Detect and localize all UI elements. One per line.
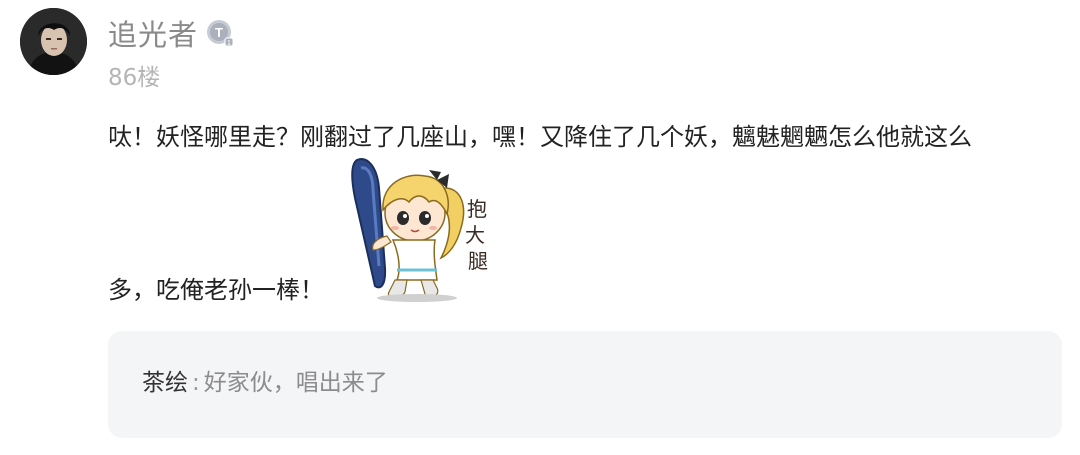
sticker-char-1: 抱 bbox=[467, 197, 487, 221]
floor-number: 86楼 bbox=[108, 65, 161, 91]
svg-text:T: T bbox=[215, 25, 223, 40]
username-row: 追光者 T 1 bbox=[108, 13, 234, 53]
reply-text: 好家伙，唱出来了 bbox=[203, 370, 388, 396]
level-t-icon: T 1 bbox=[207, 20, 234, 47]
reply-separator: : bbox=[192, 370, 200, 396]
sticker-char-3: 腿 bbox=[468, 249, 488, 273]
avatar-photo-icon bbox=[20, 8, 87, 75]
reply-box[interactable]: 茶绘: 好家伙，唱出来了 bbox=[108, 331, 1062, 438]
svg-text:1: 1 bbox=[227, 40, 231, 47]
sticker-char-2: 大 bbox=[465, 223, 485, 247]
post-content-line1: 呔！妖怪哪里走？刚翻过了几座山，嘿！又降住了几个妖，魑魅魍魉怎么他就这么 bbox=[108, 123, 972, 151]
reply-author[interactable]: 茶绘 bbox=[142, 370, 188, 396]
hug-leg-sticker: 抱 大 腿 bbox=[351, 158, 488, 302]
post-content: 呔！妖怪哪里走？刚翻过了几座山，嘿！又降住了几个妖，魑魅魍魉怎么他就这么 bbox=[108, 118, 1058, 156]
reply-item[interactable]: 茶绘: 好家伙，唱出来了 bbox=[142, 365, 388, 401]
author-name[interactable]: 追光者 bbox=[108, 12, 198, 54]
post-content-line2: 多，吃俺老孙一棒！ bbox=[108, 276, 324, 304]
avatar[interactable] bbox=[20, 8, 87, 75]
